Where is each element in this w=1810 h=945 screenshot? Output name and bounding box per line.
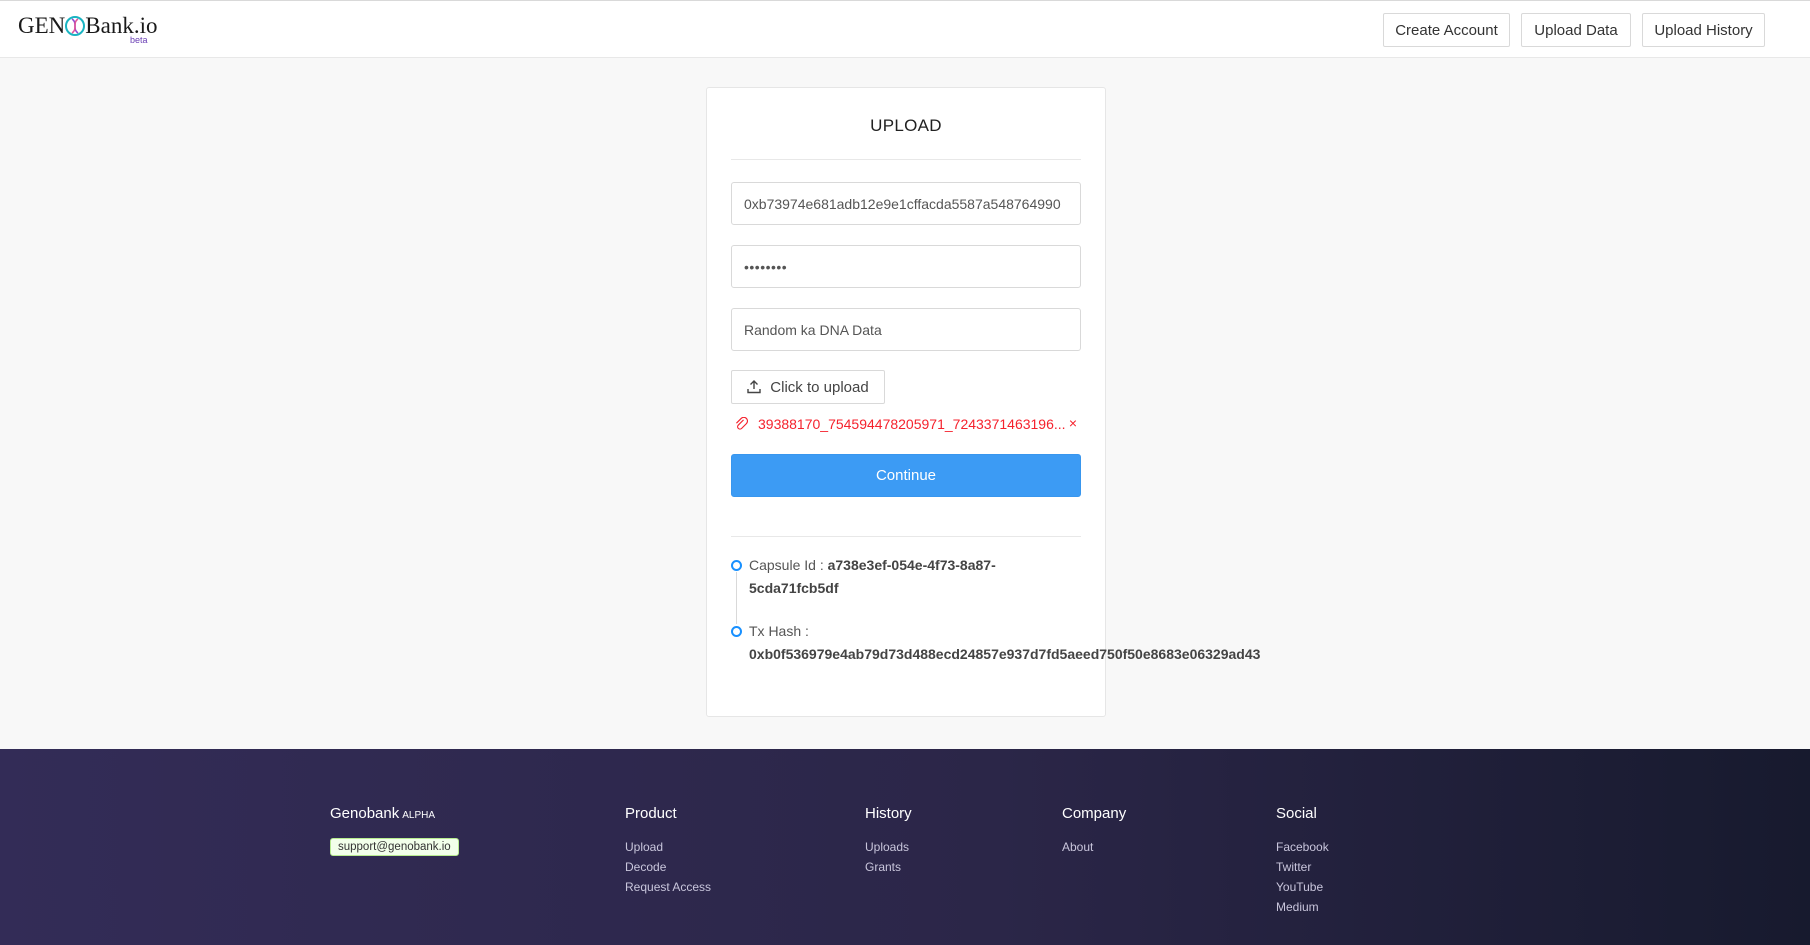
footer-brand: Genobank ALPHA (330, 805, 459, 822)
footer-product-column: Product Upload Decode Request Access (625, 805, 711, 897)
timeline-dot (731, 560, 742, 571)
upload-title: UPLOAD (870, 116, 942, 135)
footer-company-column: Company About (1062, 805, 1126, 857)
footer-link-upload[interactable]: Upload (625, 837, 711, 857)
description-input[interactable]: Random ka DNA Data (731, 308, 1081, 351)
footer-link-request-access[interactable]: Request Access (625, 877, 711, 897)
continue-button[interactable]: Continue (731, 454, 1081, 497)
footer-brand-name: Genobank (330, 805, 400, 822)
top-header: GEN Bank.io beta Create Account Upload D… (0, 0, 1810, 58)
capsule-id-value-1: a738e3ef-054e-4f73-8a87- (827, 557, 996, 573)
footer-product-heading: Product (625, 805, 677, 822)
footer-link-grants[interactable]: Grants (865, 857, 912, 877)
capsule-id-item: Capsule Id : a738e3ef-054e-4f73-8a87- 5c… (749, 554, 996, 600)
tx-hash-value: 0xb0f536979e4ab79d73d488ecd24857e937d7fd… (749, 646, 1261, 662)
timeline-dot (731, 626, 742, 637)
footer-link-medium[interactable]: Medium (1276, 897, 1329, 917)
footer-history-heading: History (865, 805, 912, 822)
result-divider (731, 536, 1081, 537)
click-to-upload-button[interactable]: Click to upload (731, 370, 885, 404)
upload-history-button[interactable]: Upload History (1642, 13, 1765, 47)
wallet-address-input[interactable]: 0xb73974e681adb12e9e1cffacda5587a5487649… (731, 182, 1081, 225)
footer-company-heading: Company (1062, 805, 1127, 822)
footer-link-about[interactable]: About (1062, 837, 1126, 857)
footer-social-column: Social Facebook Twitter YouTube Medium (1276, 805, 1329, 917)
capsule-id-label: Capsule Id : (749, 557, 828, 573)
footer-link-uploads[interactable]: Uploads (865, 837, 912, 857)
uploaded-file-name[interactable]: 39388170_754594478205971_7243371463196..… (758, 416, 1068, 432)
tx-hash-item: Tx Hash : 0xb0f536979e4ab79d73d488ecd248… (749, 620, 1260, 666)
title-divider (731, 159, 1081, 160)
footer-link-decode[interactable]: Decode (625, 857, 711, 877)
footer-history-column: History Uploads Grants (865, 805, 912, 877)
footer-brand-tag: ALPHA (402, 810, 436, 821)
tx-hash-label: Tx Hash : (749, 623, 809, 639)
upload-data-button[interactable]: Upload Data (1521, 13, 1631, 47)
create-account-button[interactable]: Create Account (1383, 13, 1510, 47)
timeline-connector (736, 572, 737, 624)
site-footer: Genobank ALPHA support@genobank.io Produc… (0, 749, 1810, 945)
logo-text-left: GEN (18, 13, 66, 38)
footer-link-facebook[interactable]: Facebook (1276, 837, 1329, 857)
support-email-link[interactable]: support@genobank.io (330, 838, 459, 856)
footer-link-youtube[interactable]: YouTube (1276, 877, 1329, 897)
footer-brand-column: Genobank ALPHA support@genobank.io (330, 805, 459, 856)
footer-social-heading: Social (1276, 805, 1317, 822)
capsule-id-value-2: 5cda71fcb5df (749, 580, 839, 596)
upload-icon (747, 380, 761, 394)
beta-badge: beta (130, 35, 148, 45)
dna-icon (64, 14, 86, 38)
remove-file-icon[interactable]: × (1069, 415, 1077, 431)
paperclip-icon (736, 417, 748, 430)
uploaded-file-item: 39388170_754594478205971_7243371463196..… (735, 414, 1081, 434)
footer-link-twitter[interactable]: Twitter (1276, 857, 1329, 877)
password-input[interactable]: •••••••• (731, 245, 1081, 288)
upload-button-label: Click to upload (770, 378, 869, 396)
upload-card: UPLOAD 0xb73974e681adb12e9e1cffacda5587a… (706, 87, 1260, 717)
